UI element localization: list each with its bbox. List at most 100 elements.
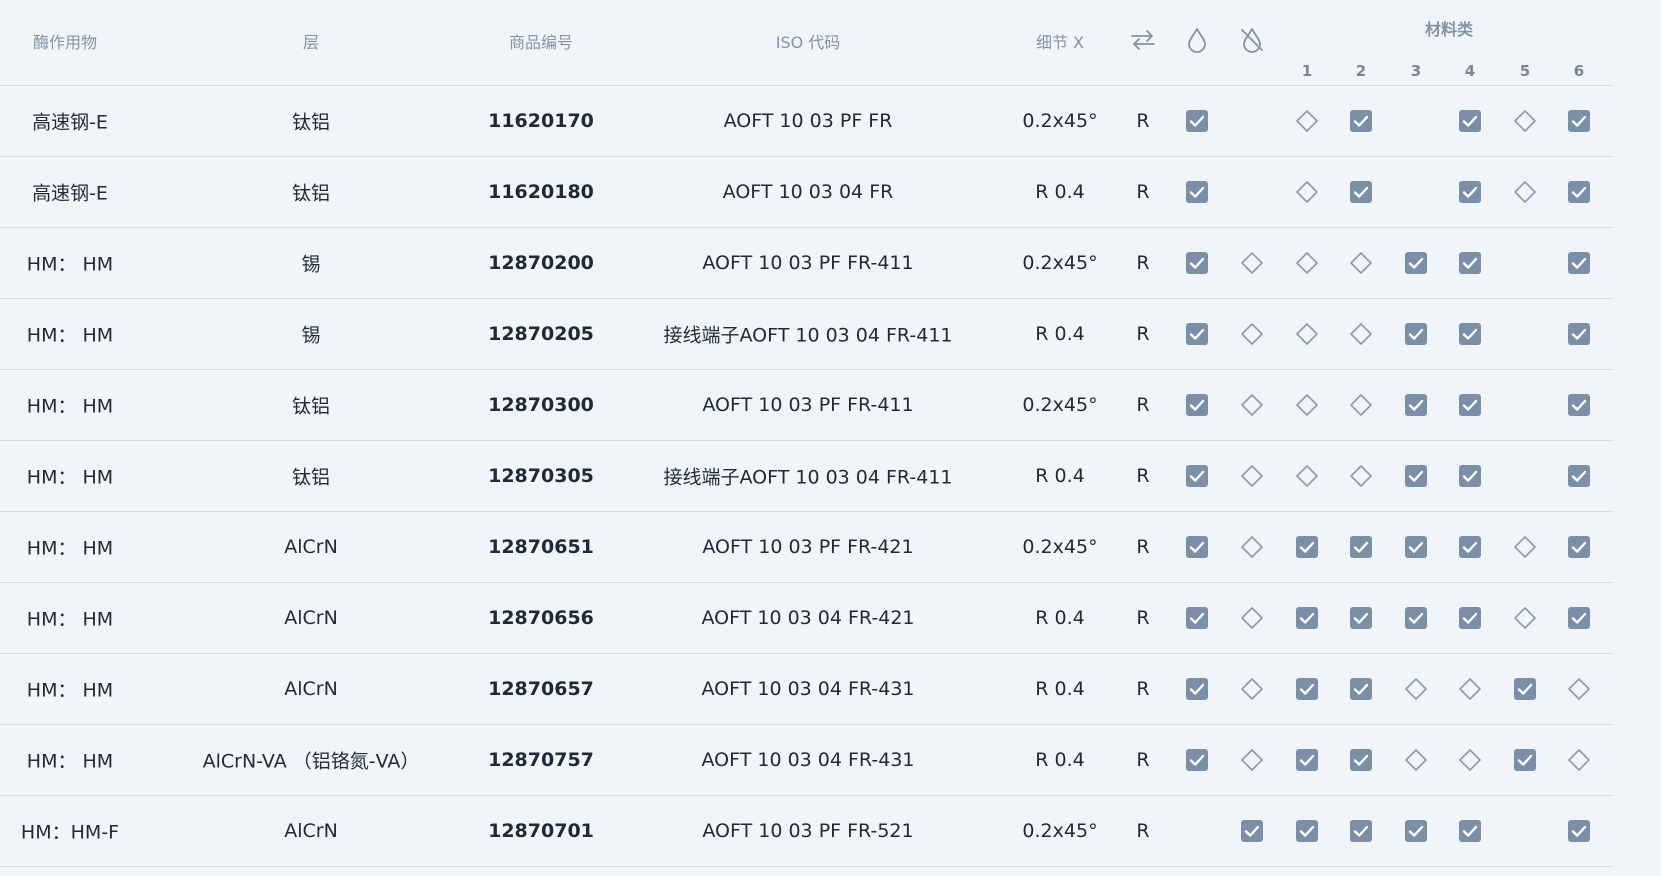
table-row[interactable]: HM：HM-F AlCrN 12870701 AOFT 10 03 PF FR-521… [0,796,1614,867]
material-number-2: 2 [1355,62,1367,80]
iso-code-cell: AOFT 10 03 PF FR [723,110,893,132]
diamond-icon [1404,748,1428,772]
diamond-icon [1295,180,1319,204]
checkbox-checked-icon [1458,109,1482,133]
header-article-no[interactable]: 商品编号 [509,29,573,53]
checkbox-checked-icon [1567,606,1591,630]
table-row[interactable]: HM： HM 锡 12870200 AOFT 10 03 PF FR-411 0.2x4… [0,228,1614,299]
table-header: 酶作用物 层 商品编号 ISO 代码 细节 X 材料类 1 2 3 4 5 6 [0,0,1614,86]
checkbox-checked-icon [1349,677,1373,701]
diamond-icon [1240,535,1264,559]
checkbox-checked-icon [1567,251,1591,275]
article-number-cell[interactable]: 11620170 [488,110,594,132]
table-row[interactable]: HM： HM 钛铝 12870300 AOFT 10 03 PF FR-411 0.2x… [0,370,1614,441]
application-cell: HM： HM [26,395,114,418]
detail-cell: 0.2x45° [1022,394,1098,416]
checkbox-checked-icon [1185,322,1209,346]
diamond-icon [1567,677,1591,701]
diamond-icon [1240,322,1264,346]
checkbox-checked-icon [1513,677,1537,701]
checkbox-checked-icon [1185,677,1209,701]
header-detail[interactable]: 细节 X [1036,29,1084,53]
diamond-icon [1513,180,1537,204]
article-number-cell[interactable]: 12870305 [488,465,594,487]
checkbox-checked-icon [1349,109,1373,133]
diamond-icon [1567,748,1591,772]
layer-cell: 锡 [301,324,321,347]
layer-cell: AlCrN [284,820,338,842]
article-number-cell[interactable]: 12870757 [488,749,594,771]
checkbox-checked-icon [1185,393,1209,417]
table-row[interactable]: HM： HM 钛铝 12870305 接线端子AOFT 10 03 04 FR-411… [0,441,1614,512]
header-layer[interactable]: 层 [303,29,319,53]
iso-code-cell: AOFT 10 03 PF FR-421 [702,536,914,558]
table-row[interactable]: HM： HM 锡 12870205 接线端子AOFT 10 03 04 FR-411 R… [0,299,1614,370]
application-cell: HM： HM [26,608,114,631]
checkbox-checked-icon [1458,464,1482,488]
table-row[interactable]: HM： HM AlCrN-VA （铝铬氮-VA） 12870757 AOFT 10 0… [0,725,1614,796]
application-cell: HM： HM [26,679,114,702]
direction-cell: R [1136,749,1150,771]
detail-cell: R 0.4 [1035,181,1085,203]
checkbox-checked-icon [1240,819,1264,843]
checkbox-checked-icon [1404,464,1428,488]
checkbox-checked-icon [1349,748,1373,772]
application-cell: HM： HM [26,537,114,560]
layer-cell: 钛铝 [291,466,331,489]
article-number-cell[interactable]: 11620180 [488,181,594,203]
iso-code-cell: AOFT 10 03 04 FR-431 [701,678,915,700]
table-row[interactable]: 高速钢-E 钛铝 11620180 AOFT 10 03 04 FR R 0.4 R [0,157,1614,228]
header-iso-code[interactable]: ISO 代码 [776,29,841,53]
drop-icon[interactable] [1183,26,1211,54]
detail-cell: R 0.4 [1035,323,1085,345]
article-number-cell[interactable]: 12870651 [488,536,594,558]
layer-cell: AlCrN [284,607,338,629]
diamond-icon [1240,748,1264,772]
article-number-cell[interactable]: 12870205 [488,323,594,345]
table-row[interactable]: 高速钢-E 钛铝 11620170 AOFT 10 03 PF FR 0.2x45° R [0,86,1614,157]
table-row[interactable]: HM： HM AlCrN 12870651 AOFT 10 03 PF FR-421 0… [0,512,1614,583]
iso-code-cell: 接线端子AOFT 10 03 04 FR-411 [663,324,953,347]
layer-cell: AlCrN [284,536,338,558]
detail-cell: R 0.4 [1035,749,1085,771]
checkbox-checked-icon [1567,464,1591,488]
iso-code-cell: AOFT 10 03 04 FR-421 [701,607,915,629]
header-material-group: 材料类 [1424,20,1474,39]
checkbox-checked-icon [1185,535,1209,559]
article-number-cell[interactable]: 12870656 [488,607,594,629]
no-drop-icon[interactable] [1238,26,1266,54]
diamond-icon [1404,677,1428,701]
checkbox-checked-icon [1295,535,1319,559]
table-row[interactable]: HM： HM AlCrN 12870657 AOFT 10 03 04 FR-431 R… [0,654,1614,725]
checkbox-checked-icon [1567,393,1591,417]
diamond-icon [1240,677,1264,701]
checkbox-checked-icon [1458,322,1482,346]
article-number-cell[interactable]: 12870701 [488,820,594,842]
swap-arrows-icon[interactable] [1129,26,1157,54]
header-application[interactable]: 酶作用物 [33,29,97,53]
checkbox-checked-icon [1567,819,1591,843]
diamond-icon [1349,393,1373,417]
checkbox-checked-icon [1404,535,1428,559]
detail-cell: 0.2x45° [1022,110,1098,132]
material-number-5: 5 [1519,62,1531,80]
checkbox-checked-icon [1458,606,1482,630]
diamond-icon [1240,464,1264,488]
article-number-cell[interactable]: 12870657 [488,678,594,700]
application-cell: HM：HM-F [20,821,120,844]
checkbox-checked-icon [1185,180,1209,204]
iso-code-cell: AOFT 10 03 PF FR-411 [702,394,914,416]
diamond-icon [1513,606,1537,630]
checkbox-checked-icon [1404,393,1428,417]
table-row[interactable]: HM： HM AlCrN 12870656 AOFT 10 03 04 FR-421 R… [0,583,1614,654]
diamond-icon [1240,251,1264,275]
checkbox-checked-icon [1567,535,1591,559]
article-number-cell[interactable]: 12870200 [488,252,594,274]
checkbox-checked-icon [1349,606,1373,630]
checkbox-checked-icon [1185,606,1209,630]
checkbox-checked-icon [1458,393,1482,417]
layer-cell: 锡 [301,253,321,276]
diamond-icon [1295,393,1319,417]
iso-code-cell: AOFT 10 03 PF FR-521 [702,820,914,842]
article-number-cell[interactable]: 12870300 [488,394,594,416]
